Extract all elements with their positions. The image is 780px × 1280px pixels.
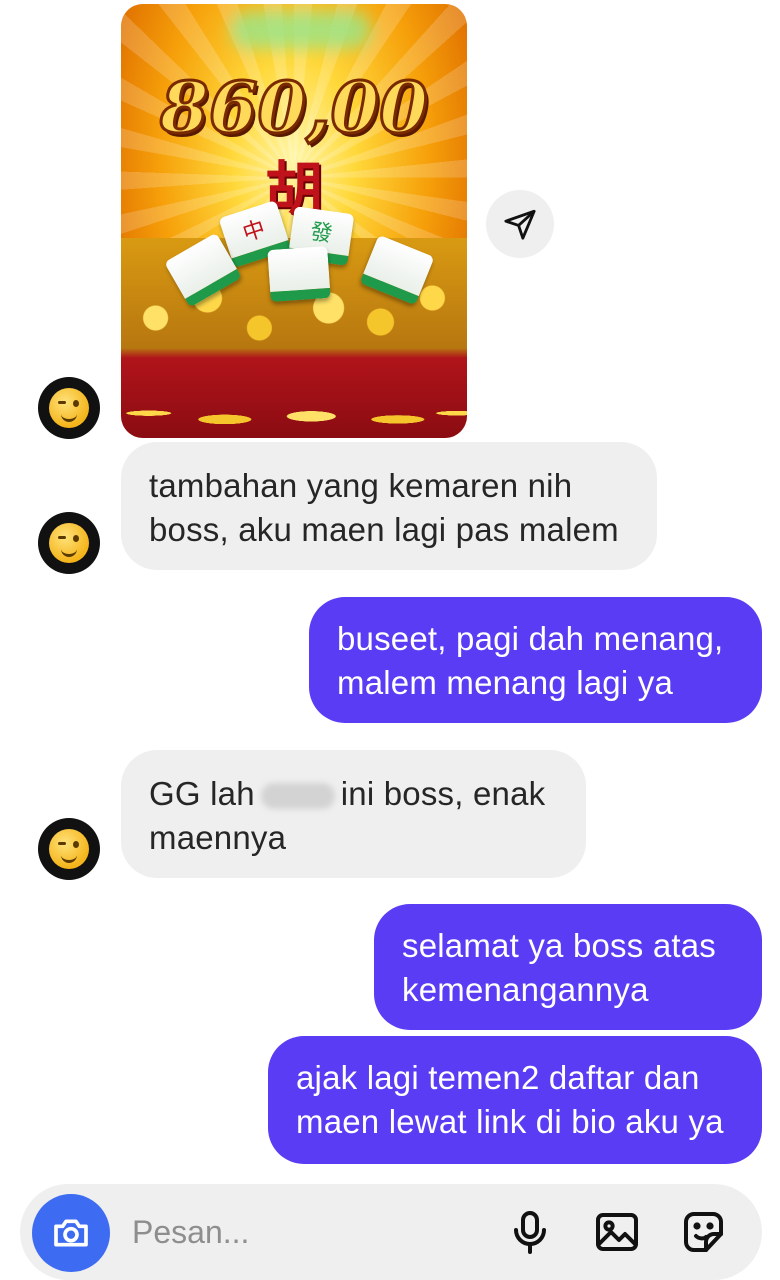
message-text: tambahan yang kemaren nih xyxy=(149,467,573,504)
message-text: maennya xyxy=(149,819,287,856)
message-line: GG lah ini boss, enak xyxy=(149,772,560,816)
incoming-message[interactable]: tambahan yang kemaren nih boss, aku maen… xyxy=(121,442,657,570)
contact-avatar[interactable] xyxy=(38,818,100,880)
win-amount: 860,00 xyxy=(159,65,430,151)
microphone-icon[interactable] xyxy=(506,1208,554,1256)
message-text: buseet, pagi dah menang, xyxy=(337,620,724,657)
share-button[interactable] xyxy=(486,190,554,258)
contact-avatar[interactable] xyxy=(38,512,100,574)
incoming-message[interactable]: GG lah ini boss, enak maennya xyxy=(121,750,586,878)
outgoing-message[interactable]: ajak lagi temen2 daftar dan maen lewat l… xyxy=(268,1036,762,1164)
message-text: maen lewat link di bio aku ya xyxy=(296,1103,724,1140)
blurred-banner xyxy=(231,12,371,48)
camera-icon xyxy=(54,1219,88,1247)
shared-post-image[interactable]: 860,00 胡 中 發 xyxy=(121,4,467,438)
message-input[interactable]: Pesan... xyxy=(132,1214,249,1251)
outgoing-message[interactable]: selamat ya boss atas kemenangannya xyxy=(374,904,762,1030)
message-text: malem menang lagi ya xyxy=(337,664,673,701)
winking-emoji-icon xyxy=(49,523,89,563)
paper-plane-icon xyxy=(504,209,536,240)
message-text: boss, aku maen lagi pas malem xyxy=(149,511,619,548)
message-text: ini boss, enak xyxy=(340,775,546,812)
winking-emoji-icon xyxy=(49,388,89,428)
redacted-word xyxy=(260,783,335,810)
message-text: GG lah xyxy=(149,775,255,812)
message-composer[interactable]: Pesan... xyxy=(20,1184,762,1280)
gallery-icon[interactable] xyxy=(593,1208,641,1256)
message-text: selamat ya boss atas xyxy=(402,927,716,964)
winking-emoji-icon xyxy=(49,829,89,869)
outgoing-message[interactable]: buseet, pagi dah menang, malem menang la… xyxy=(309,597,762,723)
message-text: kemenangannya xyxy=(402,971,649,1008)
message-text: ajak lagi temen2 daftar dan xyxy=(296,1059,700,1096)
contact-avatar[interactable] xyxy=(38,377,100,439)
camera-button[interactable] xyxy=(32,1194,110,1272)
mahjong-tile xyxy=(267,245,331,303)
sticker-icon[interactable] xyxy=(680,1208,728,1256)
